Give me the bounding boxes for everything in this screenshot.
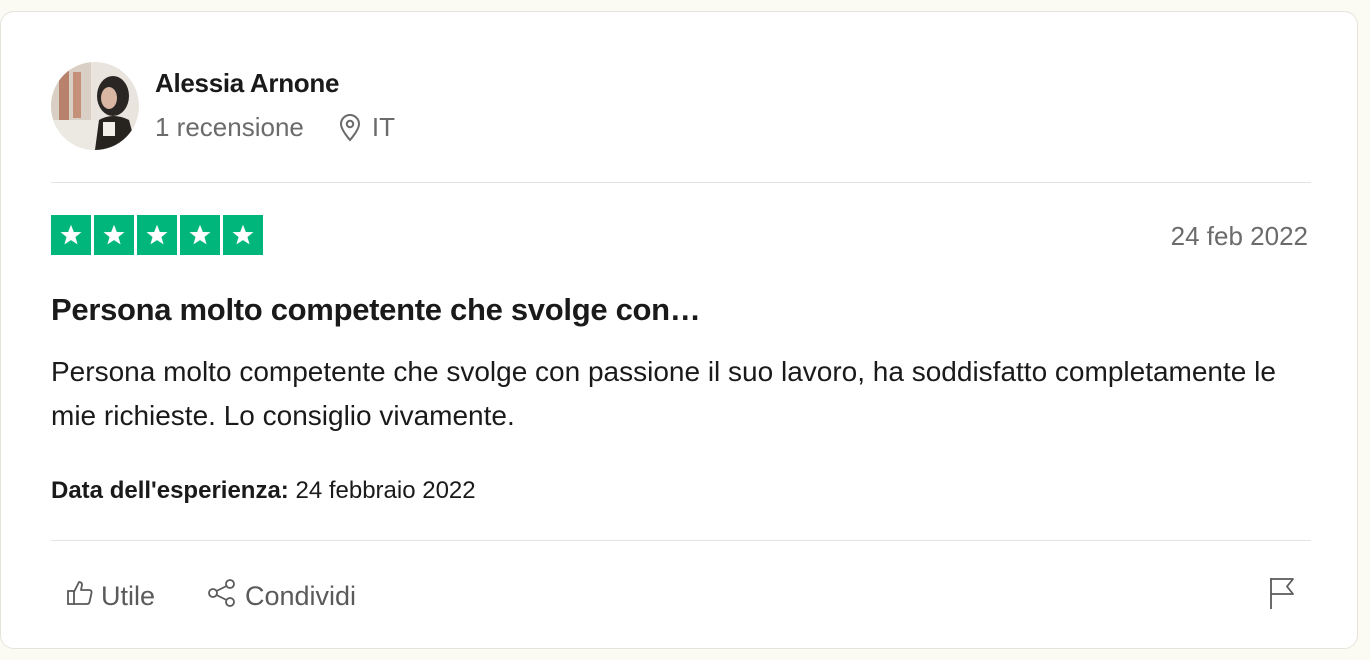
footer-divider — [51, 540, 1311, 541]
star-icon — [94, 215, 134, 255]
share-button[interactable]: Condividi — [207, 578, 356, 615]
experience-value: 24 febbraio 2022 — [295, 477, 476, 504]
flag-icon — [1268, 578, 1296, 614]
review-card: Alessia Arnone 1 recensione IT 24 feb 20… — [0, 11, 1358, 649]
location-pin-icon — [338, 113, 362, 142]
review-title[interactable]: Persona molto competente che svolge con… — [51, 292, 701, 328]
star-icon — [223, 215, 263, 255]
star-icon — [180, 215, 220, 255]
reviewer-meta: 1 recensione IT — [155, 112, 395, 143]
star-icon — [51, 215, 91, 255]
review-date: 24 feb 2022 — [1170, 221, 1308, 251]
star-icon — [137, 215, 177, 255]
share-icon — [207, 578, 245, 615]
avatar[interactable] — [51, 62, 139, 150]
header-divider — [51, 182, 1311, 183]
useful-button[interactable]: Utile — [65, 578, 155, 615]
review-count: 1 recensione — [155, 112, 304, 142]
reviewer-name[interactable]: Alessia Arnone — [155, 68, 339, 99]
star-rating — [51, 215, 263, 255]
experience-date: Data dell'esperienza: 24 febbraio 2022 — [51, 477, 476, 505]
report-button[interactable] — [1268, 576, 1296, 615]
useful-label: Utile — [101, 581, 156, 611]
thumbs-up-icon — [65, 578, 101, 615]
review-body: Persona molto competente che svolge con … — [51, 356, 1276, 431]
share-label: Condividi — [245, 581, 357, 611]
experience-label: Data dell'esperienza: — [51, 477, 289, 504]
reviewer-country: IT — [371, 112, 395, 142]
